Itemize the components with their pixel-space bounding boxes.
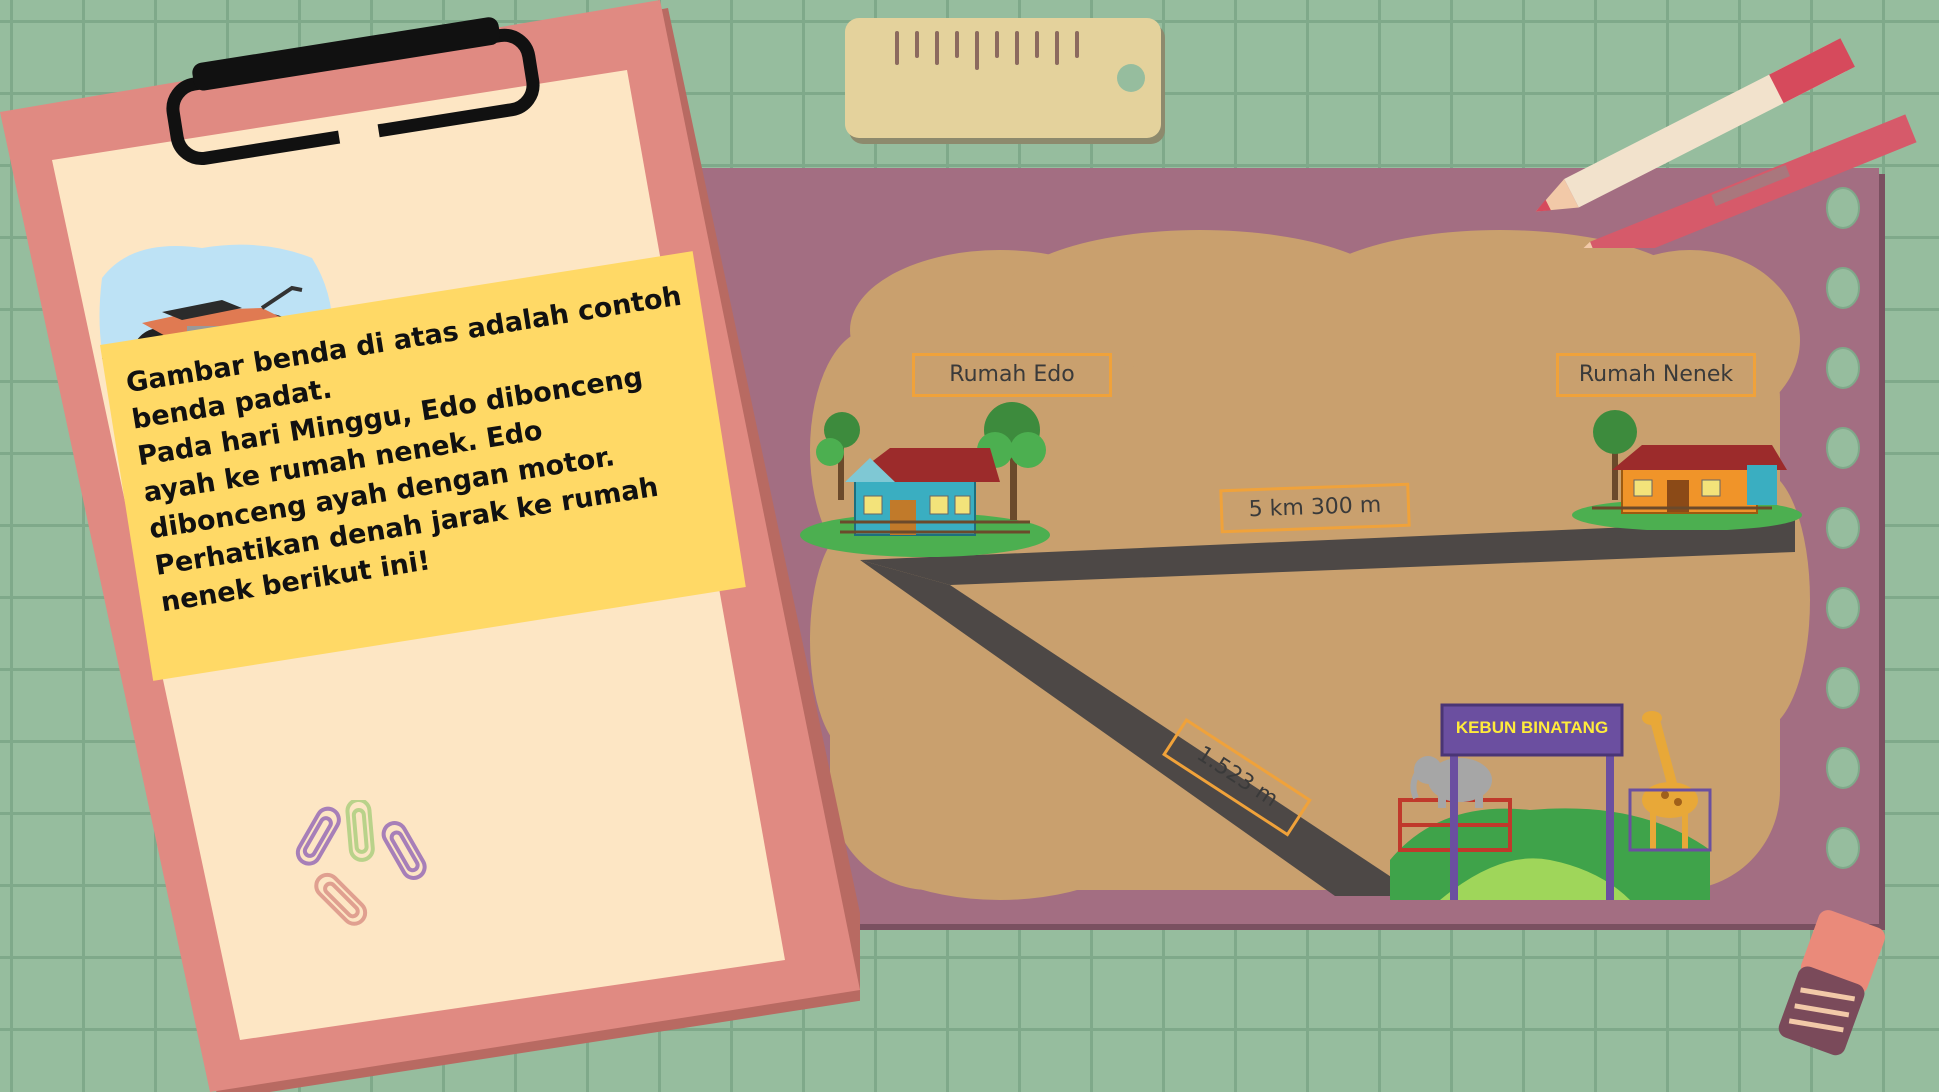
eraser-icon	[1778, 910, 1886, 1056]
label-distance-main: 5 km 300 m	[1219, 482, 1411, 534]
zoo-sign: KEBUN BINATANG	[1455, 718, 1609, 737]
pencil-icon	[1535, 38, 1855, 212]
ruler-icon	[845, 18, 1165, 144]
house-icon	[1612, 445, 1787, 514]
paperclip-icon	[295, 806, 341, 866]
label-rumah-nenek: Rumah Nenek	[1556, 353, 1756, 397]
paperclips	[295, 800, 427, 926]
paperclip-icon	[345, 800, 375, 862]
paperclip-icon	[381, 821, 427, 880]
house-nenek	[1572, 410, 1802, 530]
paperclip-icon	[314, 872, 368, 926]
label-rumah-edo: Rumah Edo	[912, 353, 1112, 397]
pencils	[1535, 38, 1917, 248]
